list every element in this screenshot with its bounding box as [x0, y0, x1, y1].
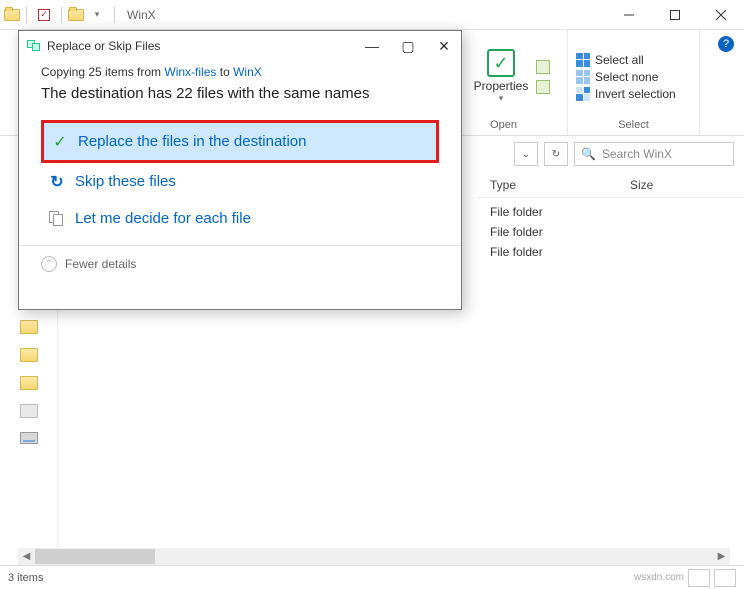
qat-dropdown[interactable]: ▾ — [86, 4, 108, 26]
qat-check-button[interactable]: ✓ — [33, 4, 55, 26]
select-all-button[interactable]: Select all — [576, 53, 676, 67]
skip-option[interactable]: ↻ Skip these files — [41, 163, 439, 200]
dialog-footer: ⌃ Fewer details — [19, 245, 461, 282]
column-size[interactable]: Size — [630, 178, 730, 192]
properties-button[interactable]: ✓ Properties ▾ — [470, 45, 532, 108]
open-group-label: Open — [448, 119, 559, 133]
chevron-up-icon[interactable]: ⌃ — [41, 256, 57, 272]
horizontal-scrollbar[interactable]: ◀ ▶ — [18, 548, 730, 565]
source-link[interactable]: Winx-files — [164, 65, 216, 79]
minimize-button[interactable] — [606, 0, 652, 30]
skip-label: Skip these files — [75, 173, 176, 190]
skip-arrow-icon: ↻ — [49, 174, 65, 190]
replace-skip-dialog: Replace or Skip Files — ▢ ✕ Copying 25 i… — [18, 30, 462, 310]
window-title: WinX — [127, 8, 156, 22]
folder-icon[interactable] — [20, 348, 38, 362]
folder-icon — [4, 9, 20, 21]
search-placeholder: Search WinX — [602, 147, 672, 161]
dialog-close-button[interactable]: ✕ — [435, 38, 453, 55]
view-details-button[interactable] — [688, 569, 710, 587]
item-count: 3 items — [8, 572, 43, 584]
quick-access-toolbar: ✓ ▾ — [0, 4, 119, 26]
status-bar: 3 items wsxdn.com — [0, 565, 744, 589]
compare-files-icon — [49, 211, 65, 227]
list-item[interactable]: File folder — [490, 242, 732, 262]
separator — [61, 7, 62, 23]
ribbon-group-select: Select all Select none Invert selection … — [568, 30, 700, 135]
dialog-title: Replace or Skip Files — [47, 39, 160, 53]
replace-label: Replace the files in the destination — [78, 133, 306, 150]
decide-label: Let me decide for each file — [75, 210, 251, 227]
open-small-icon[interactable] — [536, 60, 550, 74]
select-group-label: Select — [576, 119, 691, 133]
edit-small-icon[interactable] — [536, 80, 550, 94]
maximize-button[interactable] — [652, 0, 698, 30]
disk-icon[interactable] — [20, 432, 38, 444]
copying-line: Copying 25 items from Winx-files to WinX — [41, 65, 439, 79]
destination-message: The destination has 22 files with the sa… — [41, 85, 439, 102]
help-icon[interactable]: ? — [718, 36, 734, 52]
search-icon: 🔍 — [581, 147, 596, 161]
folder-icon[interactable] — [20, 404, 38, 418]
select-none-button[interactable]: Select none — [576, 70, 676, 84]
folder-icon[interactable] — [20, 320, 38, 334]
dialog-titlebar: Replace or Skip Files — ▢ ✕ — [19, 31, 461, 61]
decide-option[interactable]: Let me decide for each file — [41, 200, 439, 237]
list-item[interactable]: File folder — [490, 222, 732, 242]
refresh-button[interactable]: ↻ — [544, 142, 568, 166]
list-item[interactable]: File folder — [490, 202, 732, 222]
search-box[interactable]: 🔍 Search WinX — [574, 142, 734, 166]
separator — [26, 7, 27, 23]
address-dropdown[interactable]: ⌄ — [514, 142, 538, 166]
replace-option[interactable]: ✓ Replace the files in the destination — [41, 120, 439, 163]
scroll-track[interactable] — [35, 548, 713, 565]
title-bar: ✓ ▾ WinX — [0, 0, 744, 30]
dest-link[interactable]: WinX — [233, 65, 262, 79]
watermark: wsxdn.com — [634, 572, 684, 583]
invert-selection-button[interactable]: Invert selection — [576, 87, 676, 101]
column-headers[interactable]: Type Size — [478, 172, 744, 198]
window-controls — [606, 0, 744, 30]
column-type[interactable]: Type — [490, 178, 630, 192]
folder-icon[interactable] — [20, 376, 38, 390]
folder-icon — [68, 9, 84, 21]
properties-label: Properties — [474, 79, 529, 93]
scroll-thumb[interactable] — [35, 549, 155, 564]
view-icons-button[interactable] — [714, 569, 736, 587]
checkmark-icon: ✓ — [52, 134, 68, 150]
file-list: Type Size File folder File folder File f… — [478, 172, 744, 552]
fewer-details-link[interactable]: Fewer details — [65, 257, 136, 271]
separator — [114, 7, 115, 23]
dialog-minimize-button[interactable]: — — [363, 38, 381, 55]
copy-files-icon — [27, 40, 41, 52]
close-button[interactable] — [698, 0, 744, 30]
scroll-left-button[interactable]: ◀ — [18, 548, 35, 565]
scroll-right-button[interactable]: ▶ — [713, 548, 730, 565]
dialog-maximize-button[interactable]: ▢ — [399, 38, 417, 55]
